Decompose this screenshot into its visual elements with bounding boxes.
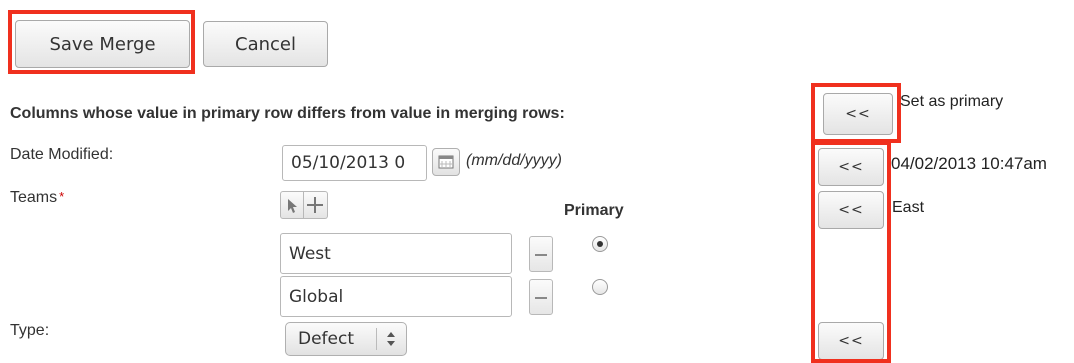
copy-date-modified-button[interactable]: << [818,148,884,186]
teams-label: Teams * [10,189,64,207]
date-modified-merge-value: 04/02/2013 10:47am [891,154,1047,173]
add-team-icon[interactable] [304,191,328,219]
columns-header: Columns whose value in primary row diffe… [10,105,565,122]
type-select-value: Defect [298,329,355,349]
remove-team-button[interactable] [529,236,553,272]
primary-radio-global[interactable] [592,279,608,295]
team-select-tools [280,191,328,219]
set-as-primary-button[interactable]: << [823,93,893,135]
calendar-icon[interactable] [432,148,460,176]
select-arrows-icon [387,332,395,346]
type-select[interactable]: Defect [285,322,407,356]
remove-team-button[interactable] [529,279,553,315]
date-modified-label: Date Modified: [10,146,114,163]
minus-icon [535,254,547,256]
team-input-global[interactable]: Global [280,276,512,317]
date-format-hint: (mm/dd/yyyy) [466,152,562,169]
teams-merge-value: East [892,199,925,216]
team-input-west[interactable]: West [280,233,512,274]
radio-selected-dot [597,241,603,247]
select-divider [376,328,377,350]
required-marker: * [59,189,65,204]
copy-type-button[interactable]: << [818,322,884,360]
save-merge-button[interactable]: Save Merge [15,20,190,68]
minus-icon [535,297,547,299]
date-modified-input[interactable]: 05/10/2013 0 [282,145,427,181]
type-label: Type: [10,322,50,339]
primary-header: Primary [564,202,624,219]
cancel-button[interactable]: Cancel [203,21,328,67]
teams-label-text: Teams [10,189,58,206]
copy-teams-button[interactable]: << [818,191,884,229]
set-as-primary-text: Set as primary [900,93,1004,110]
select-team-icon[interactable] [280,191,304,219]
primary-radio-west[interactable] [592,236,608,252]
